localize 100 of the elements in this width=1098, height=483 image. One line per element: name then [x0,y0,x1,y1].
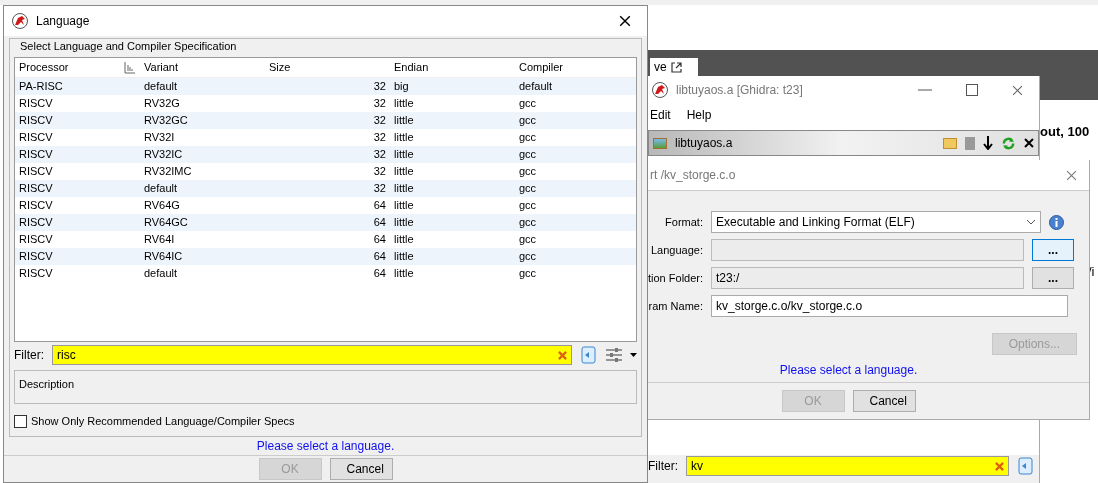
clear-icon[interactable] [558,350,567,360]
dialog-title: rt /kv_storge.c.o [650,167,737,184]
table-cell-text: gcc [518,113,538,129]
cancel-button[interactable]: Cancel [329,458,393,480]
column-header[interactable]: Processor [15,59,140,76]
table-cell-text: gcc [518,266,538,282]
table-cell-text: 64 [372,215,387,231]
table-cell-text: PA-RISC [18,79,64,95]
program-icon [653,137,667,149]
table-cell-text: little [393,113,415,129]
table-cell-text: 32 [372,79,387,95]
table-cell-text: RISCV [18,198,54,214]
filter-field[interactable]: risc [52,345,572,365]
table-cell-text: gcc [518,164,538,180]
table-cell-text: RV32IC [143,147,184,163]
menu-item[interactable]: Help [686,106,712,124]
status-message: Please select a language. [256,439,395,453]
table-cell-text: gcc [518,130,538,146]
column-header[interactable]: Endian [390,59,515,76]
filter-field[interactable]: kv [686,456,1009,476]
input-field[interactable] [711,239,1024,261]
window-title: libtuyaos.a [Ghidra: t23] [676,82,804,99]
table-cell-text: RV32IMC [143,164,193,180]
folder-icon[interactable] [943,137,957,149]
table-cell-text: RISCV [18,232,54,248]
table-cell-text: RV32GC [143,113,189,129]
external-link-icon [670,61,682,73]
table-cell-text: 64 [372,198,387,214]
table-cell-text: RV32I [143,130,176,146]
table-cell-text: little [393,198,415,214]
info-icon[interactable] [1049,214,1064,230]
field-label: Format: [664,214,703,230]
table-cell-text: 32 [372,181,387,197]
format-dropdown[interactable]: Executable and Linking Format (ELF) [711,211,1041,233]
table-cell-text: 64 [372,266,387,282]
table-cell-text: RISCV [18,181,54,197]
page-text: out, 100 [1040,123,1090,141]
toolbar-icon[interactable] [965,136,975,150]
group-title: Select Language and Compiler Specification [19,39,238,53]
chevron-icon [1026,219,1036,225]
table-cell-text: gcc [518,181,538,197]
close-button[interactable] [619,15,631,27]
filter-label: Filter: [648,458,678,475]
field-label: ram Name: [648,298,703,314]
panel-title: libtuyaos.a [675,135,734,152]
table-cell-text: RISCV [18,266,54,282]
table-cell-text: gcc [518,198,538,214]
table-cell-text: 32 [372,164,387,180]
table-cell-text: little [393,181,415,197]
table-cell-text: gcc [518,249,538,265]
table-cell-text: 32 [372,130,387,146]
table-cell-text: RV64G [143,198,181,214]
filter-options-icon[interactable] [580,346,598,364]
column-header[interactable]: Variant [140,59,265,76]
table-cell-text: default [143,79,179,95]
table-cell-text: RISCV [18,215,54,231]
field-label: Language: [650,242,703,258]
input-field[interactable]: kv_storge.c.o/kv_storge.c.o [711,295,1068,317]
browser-tab[interactable]: ve [650,58,698,76]
column-header[interactable]: Size [265,59,390,76]
table-cell-text: little [393,266,415,282]
caret-icon[interactable] [630,353,637,357]
clear-icon[interactable] [995,461,1004,471]
browse-button[interactable]: ... [1032,267,1074,289]
table-cell-text: little [393,232,415,248]
sort-icon [124,61,136,74]
filter-value: kv [691,458,704,475]
table-cell-text: RISCV [18,96,54,112]
table-cell-text: default [518,79,554,95]
field-label: tion Folder: [648,270,703,286]
table-cell-text: little [393,164,415,180]
table-cell-text: RV32G [143,96,181,112]
column-header[interactable]: Compiler [515,59,635,76]
input-field[interactable]: t23:/ [711,267,1024,289]
maximize-button[interactable] [966,84,978,96]
table-cell-text: little [393,96,415,112]
app-logo-icon [12,13,28,29]
status-message: Please select a language. [779,363,918,377]
table-cell-text: RISCV [18,147,54,163]
filter-options-icon[interactable] [1017,457,1035,475]
table-cell-text: little [393,147,415,163]
table-cell-text: default [143,266,179,282]
menu-item[interactable]: Edit [650,106,671,124]
dialog-title: Language [36,13,91,30]
table-cell-text: RV64GC [143,215,189,231]
table-cell-text: gcc [518,147,538,163]
table-cell-text: 32 [372,147,387,163]
sliders-icon[interactable] [606,348,622,362]
table-cell-text: gcc [518,215,538,231]
browse-button[interactable]: ... [1032,239,1074,261]
table-cell-text: RV64IC [143,249,184,265]
table-cell-text: 32 [372,113,387,129]
checkbox-label: Show Only Recommended Language/Compiler Specs [31,413,295,429]
checkbox[interactable] [14,414,27,428]
close-icon[interactable] [1024,138,1034,148]
cancel-button[interactable]: Cancel [852,390,916,412]
refresh-icon[interactable] [1001,135,1016,151]
filter-value: risc [57,347,77,364]
down-arrow-icon[interactable] [983,136,993,150]
table-cell-text: little [393,249,415,265]
